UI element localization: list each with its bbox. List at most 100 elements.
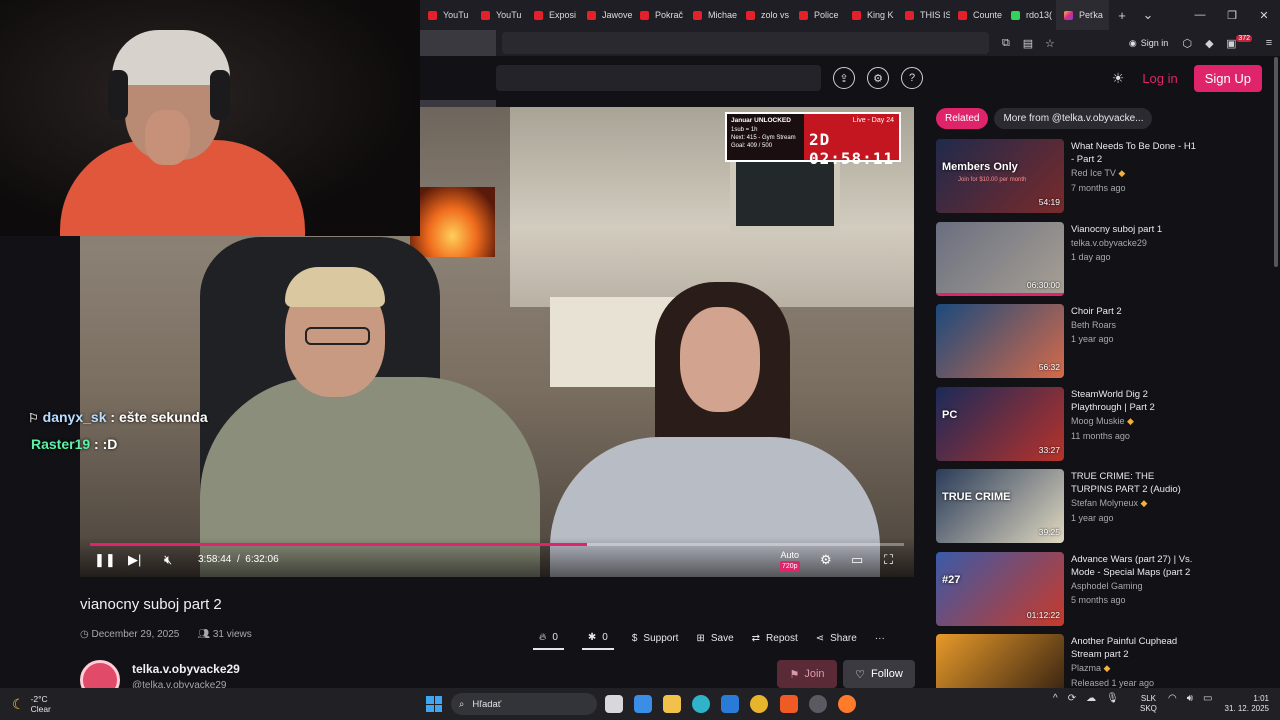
- weather-widget[interactable]: ☾ -2°C Clear: [12, 694, 51, 714]
- related-video-item[interactable]: 06:30:00 Vianocny suboj part 1 telka.v.oby…: [936, 221, 1196, 296]
- bookmark-star-icon[interactable]: ☆: [1039, 37, 1061, 50]
- site-search-input[interactable]: [496, 65, 821, 91]
- related-video-item[interactable]: PC 33:27 SteamWorld Dig 2 Playthrough | Pa…: [936, 386, 1196, 461]
- mute-icon[interactable]: 🔇︎: [164, 552, 172, 568]
- task-view-icon[interactable]: [605, 695, 623, 713]
- related-video-item[interactable]: 56:32 Choir Part 2 Beth Roars 1 year ago: [936, 304, 1196, 378]
- signup-button[interactable]: Sign Up: [1193, 64, 1262, 92]
- browser-tab[interactable]: Jawove: [579, 0, 632, 30]
- related-thumbnail[interactable]: 56:32: [936, 304, 1064, 378]
- picture-in-picture-icon[interactable]: ⧉: [995, 37, 1017, 50]
- related-title[interactable]: TRUE CRIME: THE TURPINS PART 2 (Audio): [1071, 470, 1196, 496]
- browser-tab[interactable]: YouTu: [420, 0, 473, 30]
- related-thumbnail[interactable]: #27 01:12:22: [936, 551, 1064, 626]
- related-author[interactable]: Stefan Molyneux: [1071, 498, 1138, 508]
- mic-icon[interactable]: 🎙︎: [1106, 693, 1119, 704]
- related-author[interactable]: Red Ice TV: [1071, 168, 1116, 178]
- maximize-icon[interactable]: ❐: [1216, 9, 1248, 22]
- brave-icon[interactable]: [780, 695, 798, 713]
- help-icon[interactable]: ?: [901, 67, 923, 89]
- browser-tab[interactable]: Michae: [685, 0, 738, 30]
- file-explorer-icon[interactable]: [663, 695, 681, 713]
- more-button[interactable]: ···: [875, 626, 885, 650]
- related-video-item[interactable]: Members Only Join for $10.00 per month 54:…: [936, 139, 1196, 213]
- new-tab-icon[interactable]: +: [1109, 8, 1135, 23]
- fullscreen-icon[interactable]: ⛶: [884, 552, 893, 568]
- save-button[interactable]: ⊞ Save: [696, 626, 733, 650]
- browser-tab[interactable]: Peťka: [1056, 0, 1109, 30]
- theme-toggle-icon[interactable]: ☀: [1112, 70, 1125, 87]
- chevron-up-icon[interactable]: ^: [1053, 693, 1058, 704]
- chrome-icon[interactable]: [750, 695, 768, 713]
- language-indicator[interactable]: SLK SKQ: [1140, 694, 1157, 714]
- upload-icon[interactable]: ⇪: [833, 67, 855, 89]
- taskbar-search[interactable]: ⌕ Hľadať: [451, 693, 597, 715]
- channel-name[interactable]: telka.v.obyvacke29: [132, 662, 240, 676]
- related-title[interactable]: Vianocny suboj part 1: [1071, 223, 1196, 236]
- browser-tab[interactable]: King K: [844, 0, 897, 30]
- photos-icon[interactable]: [721, 695, 739, 713]
- browser-tab[interactable]: Counte: [950, 0, 1003, 30]
- address-field[interactable]: [502, 32, 989, 54]
- related-title[interactable]: Advance Wars (part 27) | Vs. Mode - Spec…: [1071, 553, 1196, 579]
- related-author[interactable]: Asphodel Gaming: [1071, 581, 1143, 591]
- tab-more-from[interactable]: More from @telka.v.obyvacke...: [994, 108, 1153, 129]
- tab-related[interactable]: Related: [936, 108, 989, 129]
- browser-tab[interactable]: rdo13(: [1003, 0, 1056, 30]
- related-author[interactable]: Plazma: [1071, 663, 1101, 673]
- wifi-icon[interactable]: ◠: [1168, 693, 1177, 704]
- pause-icon[interactable]: ❚❚: [94, 552, 116, 568]
- browser-tab[interactable]: YouTu: [473, 0, 526, 30]
- browser-tab[interactable]: Exposi: [526, 0, 579, 30]
- join-button[interactable]: ⚑ Join: [777, 660, 837, 688]
- theater-mode-icon[interactable]: ▭: [851, 552, 863, 568]
- close-icon[interactable]: ✕: [1248, 9, 1280, 22]
- browser-tab[interactable]: THIS IS: [897, 0, 950, 30]
- menu-icon[interactable]: ≡: [1258, 37, 1280, 49]
- minimize-icon[interactable]: —: [1184, 9, 1216, 22]
- battery-icon[interactable]: ▭: [1203, 693, 1212, 704]
- support-button[interactable]: $ Support: [632, 626, 679, 650]
- like-button[interactable]: 🔥︎ 0: [533, 626, 564, 650]
- follow-button[interactable]: ♡ Follow: [843, 660, 915, 688]
- related-thumbnail[interactable]: TRUE CRIME 39:25: [936, 469, 1064, 543]
- start-icon[interactable]: [426, 696, 442, 712]
- reader-view-icon[interactable]: ▤: [1017, 37, 1039, 50]
- browser-sign-in-button[interactable]: ◉ Sign in: [1121, 38, 1176, 49]
- firefox-icon[interactable]: [838, 695, 856, 713]
- shield-icon[interactable]: ◆: [1198, 37, 1220, 50]
- edge-icon[interactable]: [692, 695, 710, 713]
- related-video-item[interactable]: #27 01:12:22 Advance Wars (part 27) | Vs. …: [936, 551, 1196, 626]
- related-title[interactable]: Another Painful Cuphead Stream part 2: [1071, 635, 1196, 661]
- clock[interactable]: 1:01 31. 12. 2025: [1223, 694, 1269, 714]
- related-author[interactable]: Beth Roars: [1071, 320, 1116, 330]
- sync-icon[interactable]: ⟳: [1068, 693, 1076, 704]
- cloud-off-icon[interactable]: ☁: [1086, 693, 1096, 704]
- related-thumbnail[interactable]: PC 33:27: [936, 386, 1064, 461]
- related-author[interactable]: Moog Muskie: [1071, 416, 1125, 426]
- quality-selector[interactable]: Auto 720p: [780, 550, 800, 572]
- related-video-item[interactable]: TRUE CRIME 39:25 TRUE CRIME: THE TURPINS P…: [936, 469, 1196, 543]
- browser-tab[interactable]: zolo vs: [738, 0, 791, 30]
- related-author[interactable]: telka.v.obyvacke29: [1071, 238, 1147, 248]
- related-thumbnail[interactable]: Members Only Join for $10.00 per month 54:…: [936, 139, 1064, 213]
- seek-bar[interactable]: [90, 543, 904, 546]
- login-button[interactable]: Log in: [1142, 71, 1177, 86]
- related-thumbnail[interactable]: 06:30:00: [936, 221, 1064, 296]
- browser-tab[interactable]: Pokrač: [632, 0, 685, 30]
- browser-tab[interactable]: Police: [791, 0, 844, 30]
- volume-icon[interactable]: 🔊︎: [1187, 693, 1193, 704]
- related-title[interactable]: Choir Part 2: [1071, 305, 1196, 318]
- share-button[interactable]: ⋖ Share: [816, 626, 857, 650]
- tab-list-chevron-icon[interactable]: ⌄: [1135, 7, 1161, 23]
- dislike-button[interactable]: ✱ 0: [581, 626, 614, 650]
- settings-gear-icon[interactable]: ⚙: [820, 552, 832, 568]
- related-title[interactable]: SteamWorld Dig 2 Playthrough | Part 2: [1071, 388, 1196, 414]
- related-title[interactable]: What Needs To Be Done - H1 - Part 2: [1071, 140, 1196, 166]
- repost-button[interactable]: ⇄ Repost: [752, 626, 798, 650]
- extensions-icon[interactable]: ⬡: [1176, 37, 1198, 50]
- settings-gear-icon[interactable]: ⚙: [867, 67, 889, 89]
- scrollbar[interactable]: [1274, 57, 1278, 267]
- next-icon[interactable]: ▶|: [128, 552, 141, 568]
- steam-icon[interactable]: [809, 695, 827, 713]
